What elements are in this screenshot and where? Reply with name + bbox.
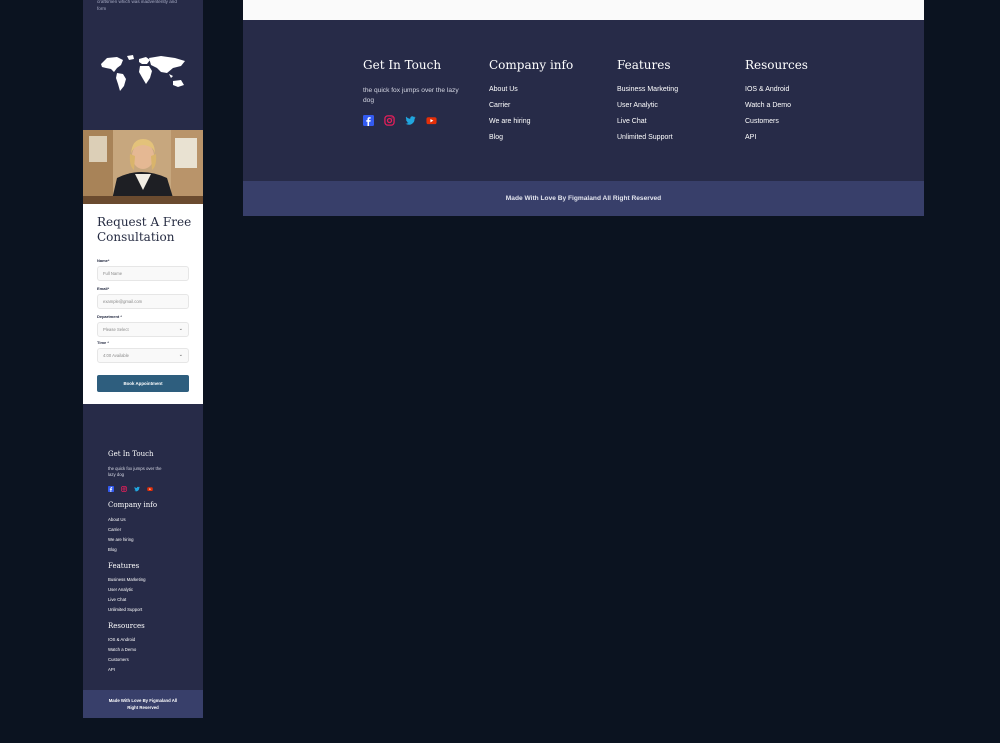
department-select[interactable]: Please Select ⌄: [97, 322, 189, 337]
footer-link-unlimited-support[interactable]: Unlimited Support: [617, 134, 678, 141]
footer-column-company: Company info About Us Carrier We are hir…: [489, 58, 573, 150]
desktop-preview: Get In Touch the quick fox jumps over th…: [243, 0, 924, 216]
mobile-company-link[interactable]: Carrier: [108, 527, 121, 532]
chevron-down-icon: ⌄: [178, 326, 183, 332]
department-value: Please Select: [103, 327, 129, 332]
mobile-preview: craftsmen which was inadventently and fo…: [83, 0, 203, 718]
mobile-features-title: Features: [108, 562, 140, 570]
time-value: 4:00 Available: [103, 353, 129, 358]
content-area-bottom: [243, 0, 924, 20]
footer-link-live-chat[interactable]: Live Chat: [617, 118, 678, 125]
company-info-title: Company info: [489, 58, 574, 72]
copyright-bar: Made With Love By Figmaland All Right Re…: [243, 181, 924, 216]
instagram-icon[interactable]: [384, 115, 395, 126]
mobile-features-link[interactable]: User Analytic: [108, 587, 133, 592]
name-label: Name*: [97, 258, 110, 263]
mobile-company-link[interactable]: About Us: [108, 517, 126, 522]
youtube-icon[interactable]: [426, 115, 437, 126]
resources-title: Resources: [745, 58, 808, 72]
mobile-resources-link[interactable]: Customers: [108, 657, 129, 662]
footer-link-about-us[interactable]: About Us: [489, 86, 573, 93]
time-label: Time *: [97, 340, 109, 345]
mobile-resources-link[interactable]: API: [108, 667, 115, 672]
desktop-footer: Get In Touch the quick fox jumps over th…: [243, 20, 924, 181]
name-input[interactable]: Full Name: [97, 266, 189, 281]
footer-link-api[interactable]: API: [745, 134, 808, 141]
mobile-features-link[interactable]: Live Chat: [108, 597, 126, 602]
footer-link-carrier[interactable]: Carrier: [489, 102, 573, 109]
world-map-image: [101, 55, 185, 91]
twitter-icon[interactable]: [134, 486, 140, 492]
mobile-resources-title: Resources: [108, 622, 145, 630]
social-icons: [363, 115, 463, 126]
footer-link-user-analytic[interactable]: User Analytic: [617, 102, 678, 109]
email-placeholder: example@gmail.com: [103, 299, 143, 304]
mobile-company-link[interactable]: We are hiring: [108, 537, 133, 542]
footer-column-get-in-touch: Get In Touch the quick fox jumps over th…: [363, 58, 463, 126]
department-label: Department *: [97, 314, 122, 319]
mobile-footer-description: the quick fox jumps over the lazy dog: [108, 466, 162, 477]
mobile-company-title: Company info: [108, 501, 158, 509]
instagram-icon[interactable]: [121, 486, 127, 492]
get-in-touch-title: Get In Touch: [363, 58, 442, 72]
footer-column-features: Features Business Marketing User Analyti…: [617, 58, 678, 150]
mobile-features-link[interactable]: Business Marketing: [108, 577, 146, 582]
footer-link-blog[interactable]: Blog: [489, 134, 573, 141]
footer-link-ios-android[interactable]: IOS & Android: [745, 86, 808, 93]
form-title: Request A Free Consultation: [97, 215, 192, 244]
mobile-dark-section: craftsmen which was inadventently and fo…: [83, 0, 203, 130]
footer-description: the quick fox jumps over the lazy dog: [363, 87, 459, 104]
mobile-copyright-bar: Made With Love By Figmaland All Right Re…: [83, 690, 203, 718]
mobile-tagline: craftsmen which was inadventently and fo…: [97, 0, 177, 11]
mobile-features-link[interactable]: Unlimited Support: [108, 607, 142, 612]
chevron-down-icon: ⌄: [178, 352, 183, 358]
mobile-company-link[interactable]: Blog: [108, 547, 117, 552]
twitter-icon[interactable]: [405, 115, 416, 126]
facebook-icon[interactable]: [108, 486, 114, 492]
footer-link-business-marketing[interactable]: Business Marketing: [617, 86, 678, 93]
email-label: Email*: [97, 286, 110, 291]
mobile-social-icons: [108, 486, 153, 492]
mobile-resources-link[interactable]: Watch a Demo: [108, 647, 136, 652]
mobile-copyright-text: Made With Love By Figmaland All Right Re…: [108, 698, 178, 710]
time-select[interactable]: 4:00 Available ⌄: [97, 348, 189, 363]
mobile-get-in-touch-title: Get In Touch: [108, 450, 154, 458]
footer-link-hiring[interactable]: We are hiring: [489, 118, 573, 125]
features-title: Features: [617, 58, 671, 72]
book-appointment-button[interactable]: Book Appointment: [97, 375, 189, 392]
name-placeholder: Full Name: [103, 271, 123, 276]
footer-link-watch-demo[interactable]: Watch a Demo: [745, 102, 808, 109]
mobile-resources-link[interactable]: IOS & Android: [108, 637, 135, 642]
footer-column-resources: Resources IOS & Android Watch a Demo Cus…: [745, 58, 808, 150]
copyright-text: Made With Love By Figmaland All Right Re…: [505, 195, 662, 202]
consultation-form: Request A Free Consultation Name* Full N…: [83, 204, 203, 404]
youtube-icon[interactable]: [147, 486, 153, 492]
mobile-footer: Get In Touch the quick fox jumps over th…: [83, 404, 203, 690]
footer-link-customers[interactable]: Customers: [745, 118, 808, 125]
consultant-photo: [83, 130, 203, 204]
email-input[interactable]: example@gmail.com: [97, 294, 189, 309]
facebook-icon[interactable]: [363, 115, 374, 126]
